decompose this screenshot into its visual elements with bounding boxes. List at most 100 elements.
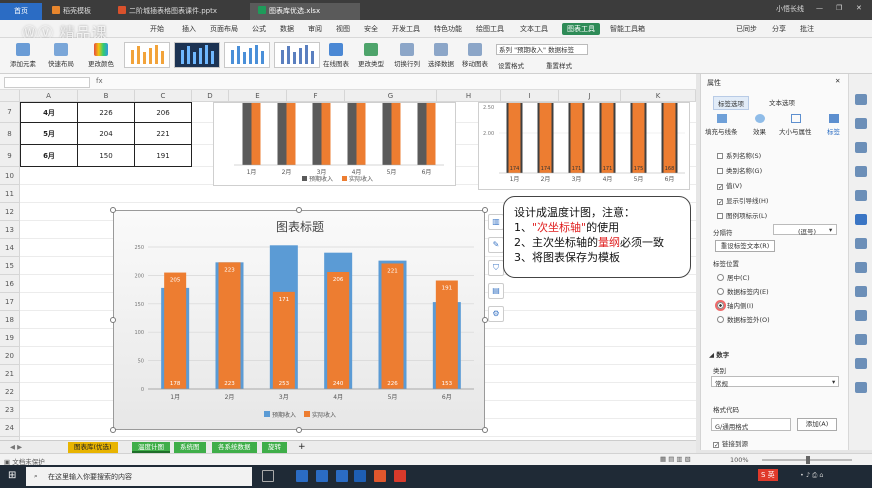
column-header[interactable]: F [287,90,345,102]
row-header[interactable]: 11 [0,185,20,203]
reset-style-button[interactable]: 重置样式 [546,60,572,70]
column-header[interactable]: J [559,90,621,102]
tab-label[interactable]: 标签 [827,126,840,136]
property-icon[interactable] [855,214,867,225]
radio-center[interactable]: 居中(C) [717,272,750,282]
share-icon[interactable] [855,358,867,369]
row-header[interactable]: 15 [0,257,20,275]
cell-actual[interactable]: 191 [135,145,192,167]
row-header[interactable]: 20 [0,347,20,365]
sheet-tab[interactable]: 图表库(优选) [68,442,118,453]
fx-icon[interactable]: fx [96,77,103,85]
home-tab[interactable]: 首页 [0,3,42,20]
tab-pptx[interactable]: 二阶城插表格图表课件.pptx [110,3,248,20]
filter-icon[interactable] [855,238,867,249]
ppt-taskbar-icon[interactable] [374,470,386,482]
taskbar-app-icon[interactable] [296,470,308,482]
share-button[interactable]: 分享 [772,24,786,34]
column-header[interactable]: A [20,90,78,102]
menu-insert[interactable]: 插入 [182,24,196,34]
row-header[interactable]: 24 [0,419,20,437]
chart-elements-icon[interactable]: ▥ [488,214,504,230]
chart-style-1[interactable] [124,42,170,68]
chart-style-icon[interactable]: ✎ [488,237,504,253]
view-mode-icons[interactable]: ▦ ▤ ▥ ▧ [660,455,691,463]
chart-style-3[interactable] [224,42,270,68]
chart-style-4[interactable] [274,42,320,68]
add-format-button[interactable]: 添加(A) [797,418,837,431]
row-header[interactable]: 16 [0,275,20,293]
radio-inside-base[interactable]: 轴内侧(I) [717,300,754,310]
quick-layout-button[interactable]: 快速布局 [44,43,78,68]
menu-chart-tools[interactable]: 图表工具 [562,23,600,35]
cell-month[interactable]: 6月 [20,145,78,167]
row-header[interactable]: 13 [0,221,20,239]
online-chart-button[interactable]: 在线图表 [322,43,350,68]
chart-style-2[interactable] [174,42,220,68]
row-header[interactable]: 8 [0,123,20,145]
cell-expected[interactable]: 204 [78,123,135,145]
start-icon[interactable]: ⊞ [8,470,16,481]
menu-page-layout[interactable]: 页面布局 [210,24,238,34]
column-header[interactable]: G [345,90,437,102]
sheet-tab-active[interactable]: 温度计图 [132,442,170,453]
row-header[interactable]: 19 [0,329,20,347]
taskbar-app-icon[interactable] [336,470,348,482]
row-header[interactable]: 23 [0,401,20,419]
change-type-button[interactable]: 更改类型 [356,43,386,68]
series-select-dropdown[interactable]: 系列 "预期收入" 数据标签 [496,44,588,55]
cell-month[interactable]: 4月 [20,102,78,123]
cloud-icon[interactable] [855,310,867,321]
zoom-level[interactable]: 100% [730,456,749,464]
radio-outside-end[interactable]: 数据标签外(O) [717,314,770,324]
tab-template[interactable]: 稻壳模板 [44,3,108,20]
column-header[interactable]: D [192,90,229,102]
check-leader-lines[interactable]: ✓ 显示引导线(H) [717,195,768,206]
cell-actual[interactable]: 221 [135,123,192,145]
column-header[interactable]: E [229,90,287,102]
tab-fill-line[interactable]: 填充与线条 [705,126,738,136]
separator-dropdown[interactable]: (逗号) ▾ [773,224,837,236]
row-header[interactable]: 22 [0,383,20,401]
reset-label-text-button[interactable]: 重设标签文本(R) [715,240,775,252]
column-header[interactable]: H [437,90,501,102]
cell-month[interactable]: 5月 [20,123,78,145]
set-format-button[interactable]: 设置格式 [498,60,524,70]
minimize-button[interactable]: — [816,4,823,16]
sheet-tab[interactable]: 各系统数据 [212,442,257,453]
chart-data-icon[interactable]: ▤ [488,283,504,299]
resize-handle[interactable] [110,427,116,433]
word-icon[interactable] [354,470,366,482]
number-section-heading[interactable]: ◢ 数字 [709,349,729,359]
menu-draw-tools[interactable]: 绘图工具 [476,24,504,34]
change-color-button[interactable]: 更改颜色 [84,43,118,68]
row-header[interactable]: 21 [0,365,20,383]
resize-handle[interactable] [482,427,488,433]
table-icon[interactable] [855,142,867,153]
resize-handle[interactable] [110,317,116,323]
tab-effects[interactable]: 效果 [753,126,766,136]
menu-special[interactable]: 特色功能 [434,24,462,34]
user-name[interactable]: 小悟长线 [776,4,804,16]
row-header[interactable]: 9 [0,145,20,167]
tab-text-options[interactable]: 文本选项 [769,97,795,107]
menu-security[interactable]: 安全 [364,24,378,34]
tab-nav-arrows[interactable]: ◀ ▶ [4,442,28,453]
menu-start[interactable]: 开始 [150,24,164,34]
sheet-tab[interactable]: 旋转 [262,442,287,453]
check-series-name[interactable]: 系列名称(S) [717,150,761,160]
add-sheet-button[interactable]: + [292,442,312,453]
resize-handle[interactable] [296,427,302,433]
comment-button[interactable]: 批注 [800,24,814,34]
close-button[interactable]: ✕ [856,4,862,16]
menu-review[interactable]: 审阅 [308,24,322,34]
zoom-slider-thumb[interactable] [806,456,810,464]
history-icon[interactable] [855,334,867,345]
radio-inside-end[interactable]: 数据标签内(E) [717,286,769,296]
row-header[interactable]: 10 [0,167,20,185]
name-box[interactable] [4,77,90,88]
column-header[interactable]: C [135,90,192,102]
check-value[interactable]: ✓ 值(V) [717,180,742,191]
cell-actual[interactable]: 206 [135,102,192,123]
select-all-corner[interactable] [0,90,20,102]
